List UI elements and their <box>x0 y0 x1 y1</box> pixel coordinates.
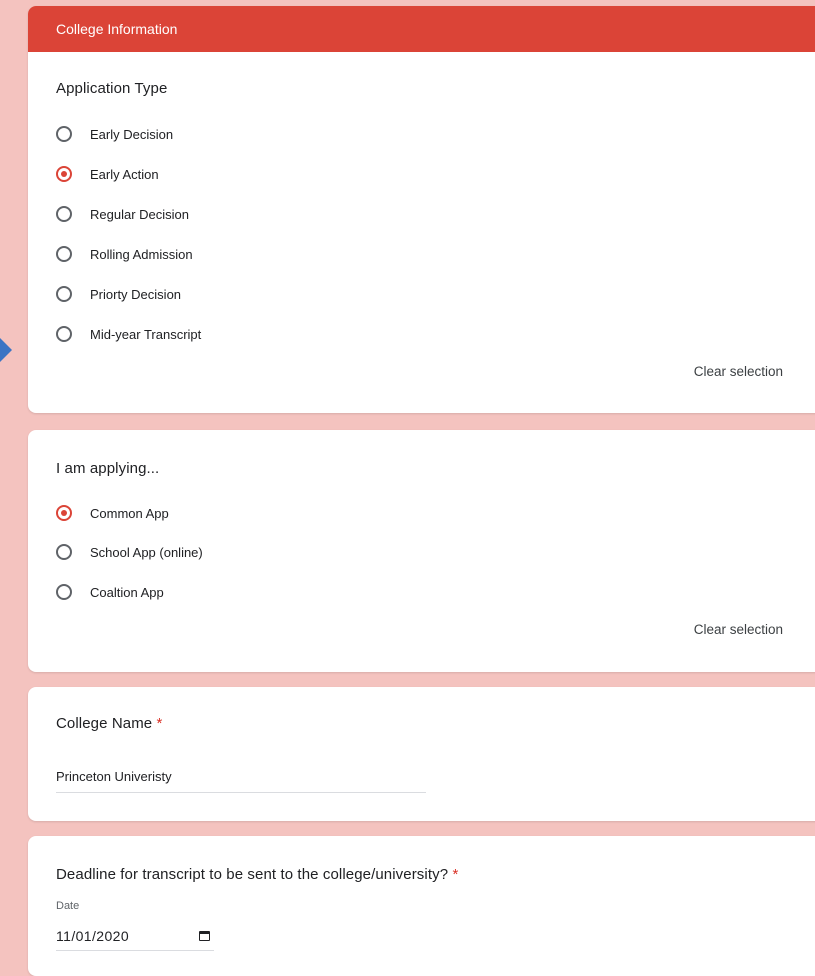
required-asterisk: * <box>452 866 459 883</box>
college-name-label: College Name <box>56 715 153 732</box>
radio-option-mid-year-transcript[interactable]: Mid-year Transcript <box>56 326 201 342</box>
radio-option-regular-decision[interactable]: Regular Decision <box>56 206 189 222</box>
deadline-date-input[interactable]: 11/01/2020 <box>56 928 214 951</box>
radio-option-early-decision[interactable]: Early Decision <box>56 126 173 142</box>
radio-circle[interactable] <box>56 584 72 600</box>
deadline-label: Deadline for transcript to be sent to th… <box>56 866 449 883</box>
required-asterisk: * <box>156 715 163 732</box>
page-left-margin <box>0 0 14 965</box>
applying-question: I am applying... <box>56 460 160 477</box>
date-sublabel: Date <box>56 900 80 912</box>
radio-circle[interactable] <box>56 126 72 142</box>
college-name-card: College Name * Princeton Univeristy <box>28 687 815 821</box>
radio-circle[interactable] <box>56 206 72 222</box>
college-name-question: College Name * <box>56 715 162 732</box>
clear-selection-button[interactable]: Clear selection <box>694 364 783 379</box>
radio-circle-checked[interactable] <box>56 505 72 521</box>
applying-card: I am applying... Common App School App (… <box>28 430 815 672</box>
radio-option-early-action[interactable]: Early Action <box>56 166 159 182</box>
section-header-title: College Information <box>56 21 178 37</box>
radio-option-label: Priorty Decision <box>90 286 182 302</box>
radio-circle[interactable] <box>56 544 72 560</box>
radio-circle[interactable] <box>56 246 72 262</box>
annotation-arrow-tip <box>0 338 12 362</box>
radio-option-label: Rolling Admission <box>90 246 193 262</box>
radio-circle-checked[interactable] <box>56 166 72 182</box>
radio-option-label: Early Decision <box>90 126 174 142</box>
radio-circle[interactable] <box>56 286 72 302</box>
radio-option-label: Regular Decision <box>90 206 189 222</box>
radio-option-label: School App (online) <box>90 544 203 560</box>
radio-option-coalition-app[interactable]: Coaltion App <box>56 584 164 600</box>
radio-option-priority-decision[interactable]: Priorty Decision <box>56 286 181 302</box>
application-type-card: College Information Application Type Ear… <box>28 6 815 413</box>
radio-option-label: Mid-year Transcript <box>90 326 202 342</box>
college-name-input[interactable]: Princeton Univeristy <box>56 769 426 793</box>
radio-option-label: Coaltion App <box>90 584 164 600</box>
radio-option-rolling-admission[interactable]: Rolling Admission <box>56 246 193 262</box>
radio-option-common-app[interactable]: Common App <box>56 505 169 521</box>
section-header: College Information <box>28 6 815 52</box>
radio-option-school-app[interactable]: School App (online) <box>56 544 203 560</box>
clear-selection-button[interactable]: Clear selection <box>694 622 783 637</box>
radio-option-label: Early Action <box>90 166 159 182</box>
radio-option-label: Common App <box>90 505 169 521</box>
date-value: 11/01/2020 <box>56 928 130 944</box>
deadline-question: Deadline for transcript to be sent to th… <box>56 866 458 883</box>
radio-circle[interactable] <box>56 326 72 342</box>
calendar-icon[interactable] <box>199 931 210 941</box>
deadline-card: Deadline for transcript to be sent to th… <box>28 836 815 976</box>
application-type-question: Application Type <box>56 80 168 97</box>
